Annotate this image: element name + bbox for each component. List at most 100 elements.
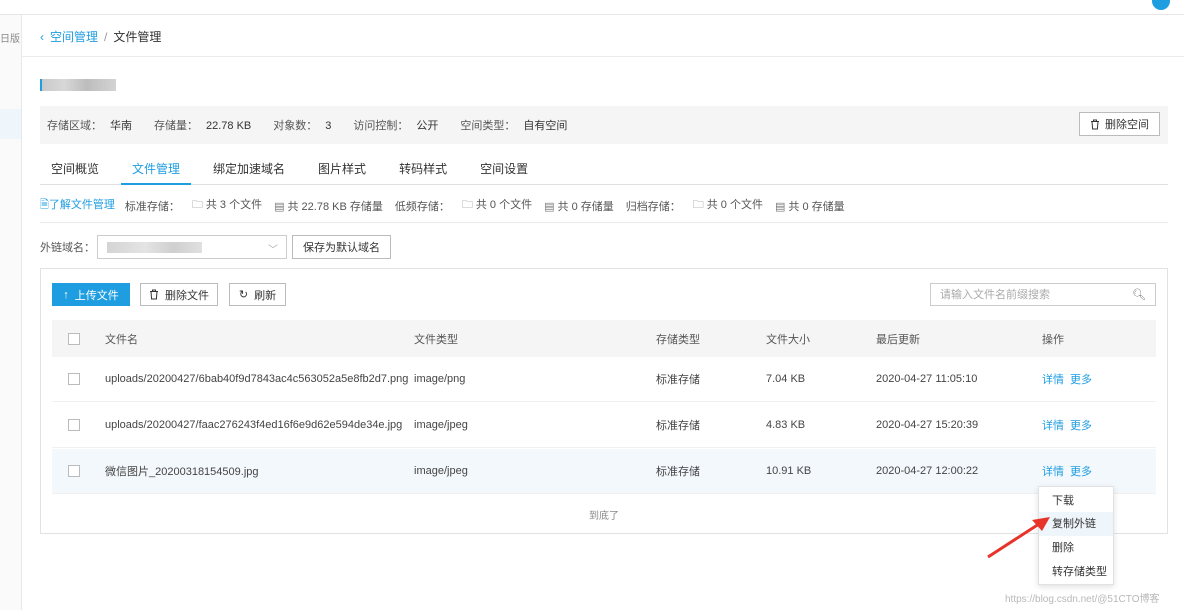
select-all-checkbox[interactable] — [68, 332, 80, 345]
detail-link[interactable]: 详情 — [1042, 417, 1064, 433]
file-ops: 详情 更多 — [1042, 403, 1098, 447]
file-updated: 2020-04-27 15:20:39 — [876, 419, 979, 431]
space-name-redacted — [40, 79, 116, 91]
database-icon: ▤ — [544, 200, 555, 213]
file-updated: 2020-04-27 11:05:10 — [876, 373, 978, 385]
learn-label: 了解文件管理 — [48, 199, 115, 211]
table-row: uploads/20200427/faac276243f4ed16f6e9d62… — [52, 403, 1156, 448]
breadcrumb: ‹ 空间管理 / 文件管理 — [40, 28, 161, 45]
std-storage-label: 标准存储： — [124, 200, 180, 213]
low-files-text: 共 0 个文件 — [475, 199, 533, 211]
file-updated: 2020-04-27 12:00:22 — [876, 465, 979, 477]
breadcrumb-separator: / — [104, 29, 108, 44]
left-nav-label[interactable]: 日版 — [0, 30, 20, 45]
table-row: uploads/20200427/6bab40f9d7843ac4c563052… — [52, 357, 1156, 402]
file-storage: 标准存储 — [656, 420, 700, 432]
file-storage: 标准存储 — [656, 374, 700, 386]
std-size-text: 共 22.78 KB 存储量 — [287, 200, 383, 213]
left-nav: 日版 — [0, 15, 22, 610]
delete-file-button[interactable]: 删除文件 — [140, 283, 218, 306]
search-input[interactable] — [931, 284, 1121, 305]
header-type: 文件类型 — [414, 333, 458, 346]
delete-file-label: 删除文件 — [165, 289, 209, 302]
upload-arrow-icon: ↑ — [63, 288, 69, 301]
row-checkbox[interactable] — [68, 419, 80, 431]
trash-icon — [150, 289, 158, 300]
row-checkbox[interactable] — [68, 465, 80, 477]
space-info-bar: 存储区域： 华南 存储量： 22.78 KB 对象数： 3 访问控制： 公开 空间类型：… — [40, 106, 1168, 144]
info-region-label: 存储区域： — [47, 120, 102, 132]
menu-item-change-storage[interactable]: 转存储类型 — [1039, 560, 1113, 584]
detail-link[interactable]: 详情 — [1042, 463, 1064, 479]
tab-overview[interactable]: 空间概览 — [40, 154, 110, 185]
file-ops: 详情 更多 — [1042, 357, 1098, 401]
breadcrumb-space-management[interactable]: 空间管理 — [50, 28, 98, 45]
detail-link[interactable]: 详情 — [1042, 371, 1064, 387]
database-icon: ▤ — [274, 200, 285, 213]
chevron-down-icon: ﹀ — [268, 245, 278, 256]
info-storage-value: 22.78 KB — [206, 120, 252, 132]
tab-space-settings[interactable]: 空间设置 — [469, 154, 539, 185]
refresh-button[interactable]: ↻ 刷新 — [229, 283, 286, 306]
info-objects-label: 对象数： — [273, 120, 318, 132]
file-name: uploads/20200427/6bab40f9d7843ac4c563052… — [105, 373, 409, 385]
upload-label: 上传文件 — [74, 289, 119, 302]
refresh-label: 刷新 — [254, 289, 277, 302]
refresh-icon: ↻ — [238, 289, 249, 301]
file-type: image/png — [414, 373, 466, 385]
more-link[interactable]: 更多 — [1070, 417, 1092, 433]
domain-value-redacted — [107, 242, 202, 253]
file-size: 7.04 KB — [766, 373, 806, 385]
info-region-value: 华南 — [110, 120, 132, 132]
header-ops: 操作 — [1042, 333, 1064, 346]
top-bar — [0, 0, 1184, 15]
document-icon: 🗎 — [40, 199, 49, 211]
search-icon[interactable]: 🔍︎ — [1132, 288, 1146, 301]
archive-files-text: 共 0 个文件 — [706, 199, 763, 211]
left-nav-active-item[interactable] — [0, 109, 21, 139]
info-access-label: 访问控制： — [353, 120, 409, 132]
back-icon[interactable]: ‹ — [40, 30, 44, 44]
info-access: 访问控制： 公开 — [353, 117, 438, 133]
std-files: 🗀 共 3 个文件 — [192, 196, 262, 215]
more-link[interactable]: 更多 — [1070, 463, 1092, 479]
info-type-value: 自有空间 — [523, 120, 568, 132]
file-name: uploads/20200427/faac276243f4ed16f6e9d62… — [105, 419, 403, 431]
tab-image-style[interactable]: 图片样式 — [307, 154, 377, 185]
info-access-value: 公开 — [416, 120, 439, 132]
table-header: 文件名 文件类型 存储类型 文件大小 最后更新 操作 — [52, 320, 1156, 357]
tab-bind-domain[interactable]: 绑定加速域名 — [202, 154, 296, 185]
info-type: 空间类型： 自有空间 — [460, 117, 567, 133]
search-box: 🔍︎ — [930, 283, 1156, 306]
header-divider — [22, 56, 1184, 57]
low-size: ▤ 共 0 存储量 — [544, 198, 614, 214]
archive-size-text: 共 0 存储量 — [788, 200, 845, 213]
delete-space-button[interactable]: 删除空间 — [1079, 112, 1160, 136]
avatar[interactable] — [1152, 0, 1170, 10]
folder-icon: 🗀 — [191, 199, 203, 211]
folder-icon: 🗀 — [692, 199, 704, 211]
std-size: ▤ 共 22.78 KB 存储量 — [274, 198, 383, 214]
domain-row: 外链域名： ﹀ 保存为默认域名 — [40, 235, 391, 259]
learn-file-management-link[interactable]: 🗎了解文件管理 — [40, 196, 115, 215]
std-files-text: 共 3 个文件 — [205, 199, 263, 211]
file-type: image/jpeg — [414, 419, 468, 431]
table-row: 微信图片_20200318154509.jpg image/jpeg 标准存储 … — [52, 449, 1156, 494]
domain-select[interactable]: ﹀ — [97, 235, 287, 259]
annotation-arrow-icon — [987, 517, 1050, 559]
upload-file-button[interactable]: ↑ 上传文件 — [52, 283, 130, 306]
tab-file-management[interactable]: 文件管理 — [121, 154, 192, 185]
archive-size: ▤ 共 0 存储量 — [775, 198, 845, 214]
file-size: 10.91 KB — [766, 465, 812, 477]
save-default-domain-button[interactable]: 保存为默认域名 — [292, 235, 391, 259]
more-link[interactable]: 更多 — [1070, 371, 1092, 387]
folder-icon: 🗀 — [461, 199, 473, 211]
tab-transcode-style[interactable]: 转码样式 — [388, 154, 458, 185]
header-name: 文件名 — [105, 333, 138, 346]
delete-space-label: 删除空间 — [1105, 119, 1149, 131]
info-objects: 对象数： 3 — [273, 117, 331, 133]
low-storage-label: 低频存储： — [394, 200, 450, 213]
low-files: 🗀 共 0 个文件 — [462, 196, 532, 215]
row-checkbox[interactable] — [68, 373, 80, 385]
info-storage-label: 存储量： — [154, 120, 198, 132]
